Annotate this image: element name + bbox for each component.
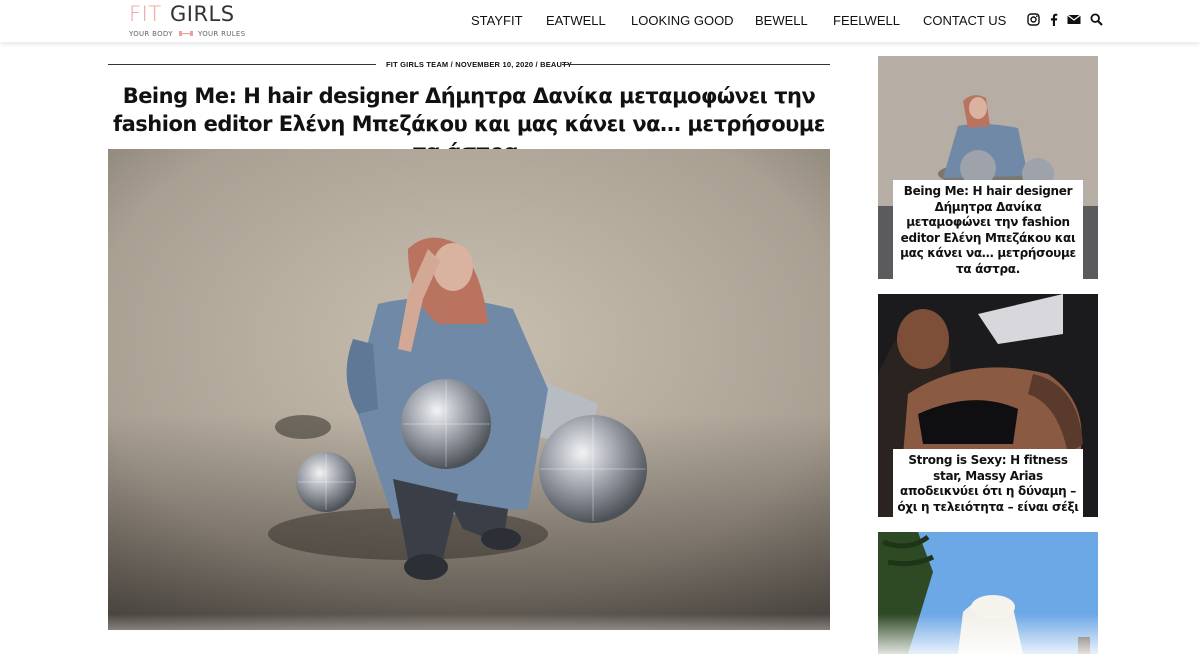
sidebar-card-strong-is-sexy[interactable]: Strong is Sexy: Η fitness star, Massy Ar…: [878, 294, 1098, 517]
meta-divider-left: [108, 64, 376, 65]
logo-tagline-left: YOUR BODY: [129, 30, 173, 38]
nav-item-contact-us[interactable]: CONTACT US: [923, 13, 1006, 29]
dumbbell-icon: [179, 31, 193, 36]
mail-icon[interactable]: [1067, 13, 1081, 27]
article-meta: FIT GIRLS TEAM / NOVEMBER 10, 2020 / BEA…: [386, 60, 573, 69]
next-article-title-partial: [108, 646, 830, 666]
logo-girls: GIRLS: [170, 2, 235, 26]
site-logo[interactable]: FIT GIRLS YOUR BODY YOUR RULES: [129, 2, 249, 40]
nav-item-stayfit[interactable]: STAYFIT: [471, 13, 523, 29]
nav-item-looking-good[interactable]: LOOKING GOOD: [631, 13, 734, 29]
facebook-icon[interactable]: [1049, 13, 1062, 27]
sidebar-card-image: [878, 532, 1098, 654]
logo-fit: FIT: [129, 2, 162, 26]
article-hero-image[interactable]: [108, 149, 830, 630]
sidebar-card-being-me[interactable]: Being Me: Η hair designer Δήμητρα Δανίκα…: [878, 56, 1098, 279]
nav-item-feelwell[interactable]: FEELWELL: [833, 13, 900, 29]
nav-item-bewell[interactable]: BEWELL: [755, 13, 808, 29]
sidebar-card-third[interactable]: [878, 532, 1098, 654]
instagram-icon[interactable]: [1027, 13, 1040, 27]
nav-item-eatwell[interactable]: EATWELL: [546, 13, 606, 29]
logo-tagline-right: YOUR RULES: [198, 30, 246, 38]
meta-divider-right: [562, 64, 830, 65]
site-header: FIT GIRLS YOUR BODY YOUR RULES STAYFIT E…: [0, 0, 1200, 42]
search-icon[interactable]: [1090, 13, 1103, 27]
sidebar-card-title[interactable]: Being Me: Η hair designer Δήμητρα Δανίκα…: [893, 180, 1083, 279]
sidebar-card-title[interactable]: Strong is Sexy: Η fitness star, Massy Ar…: [893, 449, 1083, 517]
